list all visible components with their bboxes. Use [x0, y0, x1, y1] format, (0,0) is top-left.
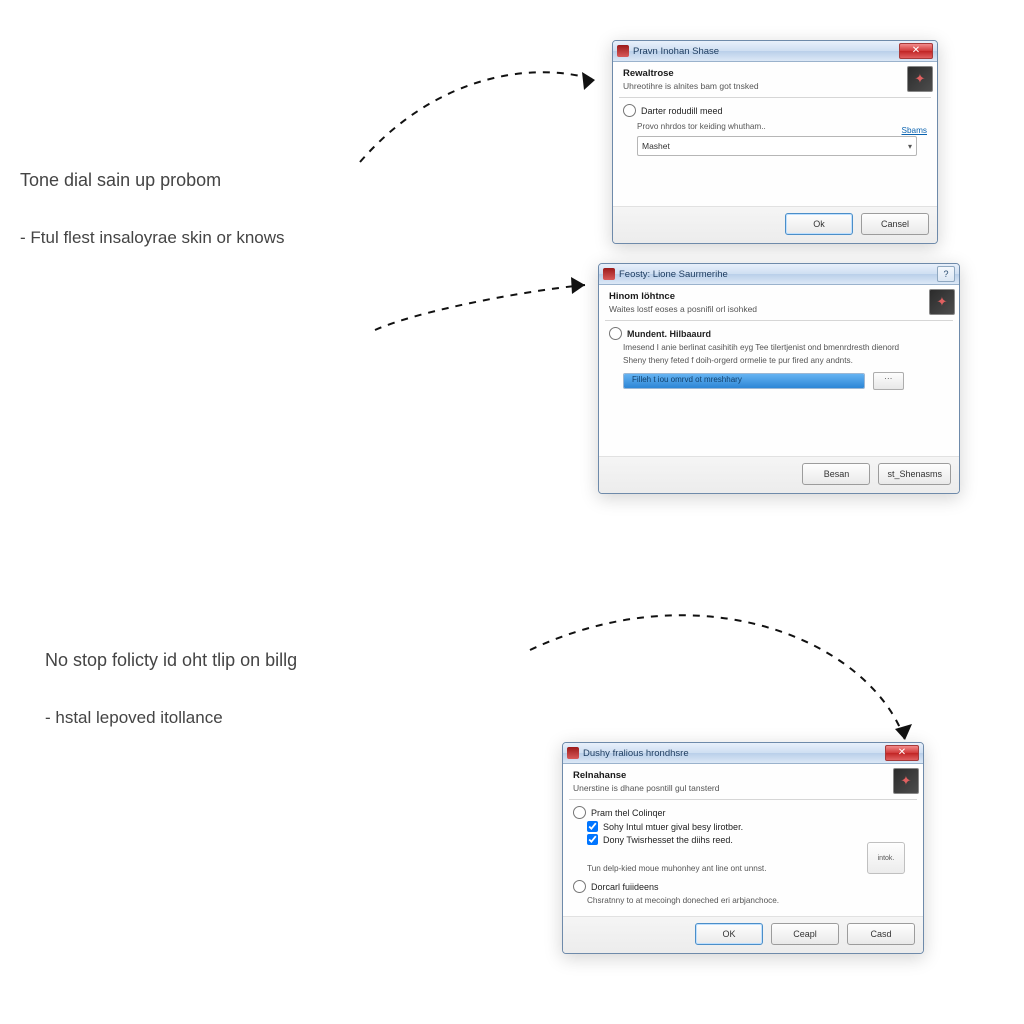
secondary-button[interactable]: Ceapl — [771, 923, 839, 945]
cancel-button[interactable]: Casd — [847, 923, 915, 945]
dialog-3-title: Dushy fralious hrondhsre — [583, 748, 885, 759]
dialog-1-title: Pravn Inohan Shase — [633, 46, 899, 57]
section-title: Relnahanse — [573, 770, 913, 781]
app-icon-small — [603, 268, 615, 280]
option-radio-1[interactable]: Darter rodudill meed — [623, 104, 927, 117]
radio-label: Darter rodudill meed — [641, 106, 723, 116]
note-text: Tun delp-kied moue muhonhey ant line ont… — [587, 863, 913, 874]
dialog-1-buttons: Ok Cansel — [613, 206, 937, 243]
checkbox-label: Dony Twisrhesset the diihs reed. — [603, 835, 733, 845]
instruction-heading-1: Tone dial sain up probom — [20, 170, 221, 191]
dialog-3: Dushy fralious hrondhsre ✕ Relnahanse Un… — [562, 742, 924, 954]
app-icon-small — [617, 45, 629, 57]
ok-button[interactable]: OK — [695, 923, 763, 945]
dialog-3-titlebar[interactable]: Dushy fralious hrondhsre ✕ — [563, 743, 923, 764]
checkbox-2[interactable]: Dony Twisrhesset the diihs reed. — [587, 834, 913, 845]
app-icon-small — [567, 747, 579, 759]
dialog-1-titlebar[interactable]: Pravn Inohan Shase ✕ — [613, 41, 937, 62]
radio-2-description: Chsratnny to at mecoingh doneched eri ar… — [587, 895, 913, 906]
cancel-button[interactable]: Cansel — [861, 213, 929, 235]
option-radio-1[interactable]: Pram thel Colinqer — [573, 806, 913, 819]
progress-label: Filleh t iou omrvd ot mreshhary — [632, 375, 742, 384]
dialog-2-titlebar[interactable]: Feosty: Lione Saurmerihe ? — [599, 264, 959, 285]
option-radio-1[interactable]: Mundent. Hilbaaurd — [609, 327, 949, 340]
radio-label: Dorcarl fuiideens — [591, 882, 659, 892]
side-action-button[interactable]: intok. — [867, 842, 905, 874]
instruction-heading-2: No stop folicty id oht tlip on billg — [45, 650, 297, 671]
dropdown[interactable]: Mashet ▾ — [637, 136, 917, 156]
close-button[interactable]: ✕ — [885, 745, 919, 761]
section-subtitle: Unerstine is dhane posntill gul tansterd — [573, 783, 913, 793]
dialog-2: Feosty: Lione Saurmerihe ? Hinom löhtnce… — [598, 263, 960, 494]
help-button[interactable]: ? — [937, 266, 955, 282]
checkbox-input[interactable] — [587, 834, 598, 845]
dialog-2-title: Feosty: Lione Saurmerihe — [619, 269, 934, 280]
radio-input[interactable] — [573, 880, 586, 893]
option-description-line-1: Imesend I anie berlinat casihitih eyg Te… — [623, 342, 949, 353]
help-link[interactable]: Sbams — [902, 126, 927, 135]
instruction-bullet-1: - Ftul flest insaloyrae skin or knows — [20, 228, 285, 248]
section-subtitle: Waites lostf eoses a posnifil orl isohke… — [609, 304, 949, 314]
radio-input[interactable] — [573, 806, 586, 819]
radio-label: Mundent. Hilbaaurd — [627, 329, 711, 339]
radio-label: Pram thel Colinqer — [591, 808, 666, 818]
action-button-2[interactable]: st_Shenasms — [878, 463, 951, 485]
ok-button[interactable]: Ok — [785, 213, 853, 235]
app-icon: ✦ — [893, 768, 919, 794]
checkbox-1[interactable]: Sohy Intul mtuer gival besy lirotber. — [587, 821, 913, 832]
action-button-1[interactable]: Besan — [802, 463, 870, 485]
app-icon: ✦ — [907, 66, 933, 92]
section-title: Rewaltrose — [623, 68, 927, 79]
radio-input[interactable] — [623, 104, 636, 117]
radio-input[interactable] — [609, 327, 622, 340]
option-description-line-2: Sheny theny feted f doih-orgerd ormelie … — [623, 355, 949, 366]
dialog-1: Pravn Inohan Shase ✕ Rewaltrose Uhreotih… — [612, 40, 938, 244]
dialog-3-buttons: OK Ceapl Casd — [563, 916, 923, 953]
instruction-bullet-2: - hstal lepoved itollance — [45, 708, 223, 728]
dialog-2-buttons: Besan st_Shenasms — [599, 456, 959, 493]
close-button[interactable]: ✕ — [899, 43, 933, 59]
checkbox-input[interactable] — [587, 821, 598, 832]
section-subtitle: Uhreotihre is alnites bam got tnsked — [623, 81, 927, 91]
chevron-down-icon: ▾ — [908, 142, 912, 151]
app-icon: ✦ — [929, 289, 955, 315]
progress-side-button[interactable]: ··· — [873, 372, 904, 390]
section-title: Hinom löhtnce — [609, 291, 949, 302]
checkbox-label: Sohy Intul mtuer gival besy lirotber. — [603, 822, 743, 832]
dropdown-value: Mashet — [642, 141, 670, 151]
field-caption: Provo nhrdos tor keiding whutham.. — [637, 121, 927, 132]
progress-bar: Filleh t iou omrvd ot mreshhary — [623, 373, 865, 389]
option-radio-2[interactable]: Dorcarl fuiideens — [573, 880, 913, 893]
